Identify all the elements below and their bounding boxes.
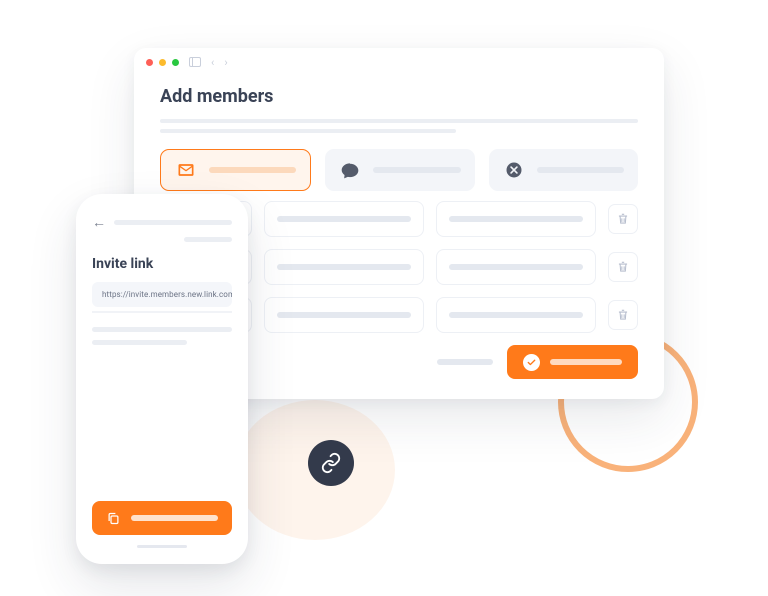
field-underline [92,311,232,313]
row-input[interactable] [436,249,596,285]
cancel-icon [503,159,525,181]
delete-row-button[interactable] [608,252,638,282]
page-title: Add members [160,86,638,107]
minimize-dot[interactable] [159,59,166,66]
header-placeholder [184,237,232,242]
nav-forward-icon[interactable]: › [224,57,227,68]
home-indicator [137,545,187,548]
copy-icon [106,511,121,526]
confirm-button[interactable] [507,345,638,379]
row-input[interactable] [264,297,424,333]
tab-label-placeholder [209,167,296,173]
placeholder-line [160,129,456,133]
placeholder-line [92,327,232,332]
phone-mock: ← Invite link https://invite.members.new… [76,194,248,564]
row-input[interactable] [264,249,424,285]
window-titlebar: ‹ › [134,48,664,76]
copy-label-placeholder [131,515,218,521]
copy-link-button[interactable] [92,501,232,535]
check-icon [523,354,540,371]
tab-email[interactable] [160,149,311,191]
tab-chat[interactable] [325,149,474,191]
row-input[interactable] [436,201,596,237]
invite-link-field[interactable]: https://invite.members.new.link.com [92,282,232,307]
link-icon [320,452,342,474]
invite-method-tabs [160,149,638,191]
tab-label-placeholder [537,167,624,173]
row-input[interactable] [436,297,596,333]
phone-title: Invite link [92,256,232,272]
mail-icon [175,159,197,181]
tab-cancel[interactable] [489,149,638,191]
header-placeholder [114,220,232,225]
delete-row-button[interactable] [608,204,638,234]
nav-back-icon[interactable]: ‹ [211,57,214,68]
sidebar-toggle-icon[interactable] [189,57,201,67]
secondary-action-placeholder[interactable] [437,359,493,365]
row-input[interactable] [264,201,424,237]
placeholder-line [160,119,638,123]
link-badge [308,440,354,486]
tab-label-placeholder [373,167,460,173]
confirm-label-placeholder [550,359,622,365]
close-dot[interactable] [146,59,153,66]
chat-icon [339,159,361,181]
delete-row-button[interactable] [608,300,638,330]
back-icon[interactable]: ← [92,214,106,231]
zoom-dot[interactable] [172,59,179,66]
